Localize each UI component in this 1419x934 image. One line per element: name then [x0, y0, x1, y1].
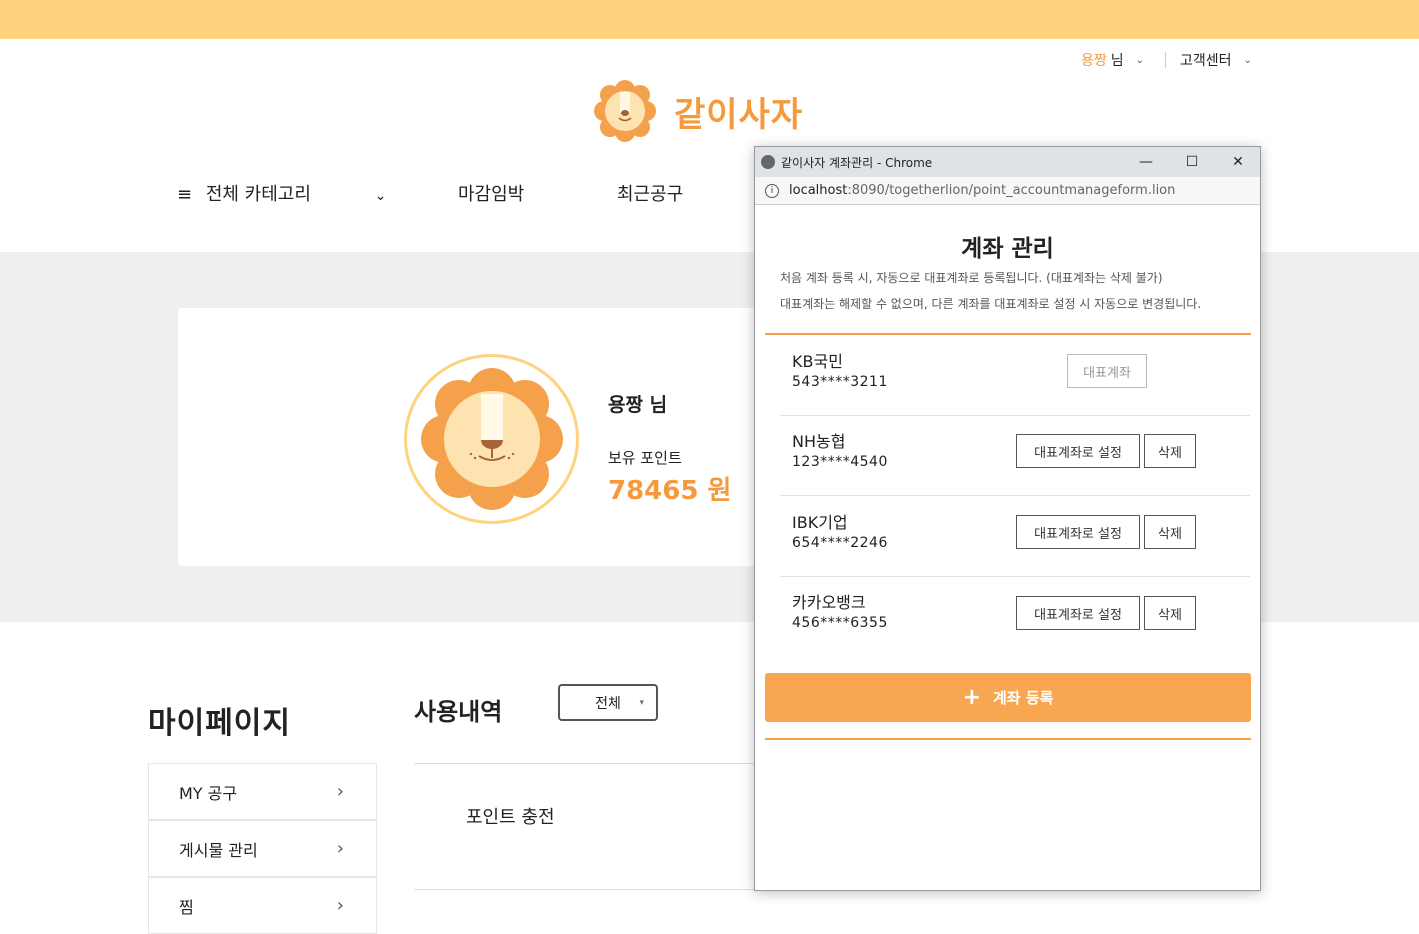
- nav-recent-group[interactable]: 최근공구: [617, 180, 683, 206]
- chevron-down-icon: ⌄: [1135, 54, 1145, 66]
- user-name: 용짱: [1081, 53, 1107, 69]
- divider: [765, 738, 1251, 740]
- chevron-down-icon: ⌄: [1243, 54, 1252, 66]
- url-path: :8090/togetherlion/point_accountmanagefo…: [847, 183, 1176, 198]
- popup-window-title: 같이사자 계좌관리 - Chrome: [781, 155, 933, 170]
- account-row: IBK기업 654****2246 대표계좌로 설정 삭제: [780, 497, 1250, 577]
- points-value: 78465 원: [608, 476, 732, 506]
- popup-titlebar[interactable]: 같이사자 계좌관리 - Chrome — ☐ ✕: [755, 147, 1260, 177]
- lion-logo-icon: [594, 80, 656, 142]
- bank-name: KB국민: [792, 352, 843, 371]
- sidebar-item-label: MY 공구: [179, 783, 238, 803]
- points-label: 보유 포인트: [608, 449, 682, 467]
- divider: [414, 763, 754, 764]
- set-primary-button[interactable]: 대표계좌로 설정: [1016, 515, 1140, 549]
- set-primary-button[interactable]: 대표계좌로 설정: [1016, 596, 1140, 630]
- top-banner: [0, 0, 1419, 39]
- bank-name: NH농협: [792, 432, 846, 451]
- account-row: NH농협 123****4540 대표계좌로 설정 삭제: [780, 416, 1250, 496]
- account-number: 543****3211: [792, 374, 888, 390]
- set-primary-button[interactable]: 대표계좌로 설정: [1016, 434, 1140, 468]
- customer-center-label: 고객센터: [1180, 53, 1232, 69]
- site-logo[interactable]: 같이사자: [592, 78, 803, 144]
- url-host: localhost: [789, 183, 848, 198]
- usage-row-label: 포인트 충전: [466, 807, 555, 828]
- popup-title: 계좌 관리: [961, 236, 1054, 262]
- chevron-right-icon: ›: [336, 838, 344, 859]
- account-number: 654****2246: [792, 535, 888, 551]
- lion-avatar-icon: [420, 368, 563, 510]
- user-menu[interactable]: 용짱 님 ⌄: [1081, 50, 1144, 70]
- chevron-down-icon: ▾: [639, 697, 644, 708]
- nav-all-categories[interactable]: ≡ 전체 카테고리 ⌄: [177, 180, 386, 206]
- sidebar-item-wishlist[interactable]: 찜 ›: [148, 877, 377, 934]
- account-manage-popup: 같이사자 계좌관리 - Chrome — ☐ ✕ i localhost:809…: [754, 146, 1261, 891]
- popup-desc-1: 처음 계좌 등록 시, 자동으로 대표계좌로 등록됩니다. (대표계좌는 삭제 …: [780, 271, 1163, 285]
- avatar: [404, 354, 579, 524]
- delete-button[interactable]: 삭제: [1144, 515, 1196, 549]
- usage-filter-select[interactable]: 전체 ▾: [558, 684, 658, 721]
- plus-icon: +: [962, 685, 981, 710]
- logo-text: 같이사자: [674, 94, 804, 135]
- account-row: KB국민 543****3211 대표계좌: [780, 336, 1250, 416]
- bank-name: IBK기업: [792, 513, 848, 532]
- globe-icon: [761, 155, 775, 169]
- delete-button[interactable]: 삭제: [1144, 596, 1196, 630]
- register-account-button[interactable]: + 계좌 등록: [765, 673, 1251, 722]
- menu-icon: ≡: [177, 184, 193, 205]
- customer-center-menu[interactable]: 고객센터 ⌄: [1180, 50, 1252, 70]
- register-account-label: 계좌 등록: [993, 689, 1054, 707]
- popup-desc-2: 대표계좌는 해제할 수 없으며, 다른 계좌를 대표계좌로 설정 시 자동으로 …: [780, 297, 1202, 311]
- sidebar-item-label: 찜: [179, 897, 194, 917]
- chevron-down-icon: ⌄: [374, 188, 387, 204]
- address-bar[interactable]: i localhost:8090/togetherlion/point_acco…: [755, 177, 1260, 205]
- minimize-icon[interactable]: —: [1123, 147, 1169, 177]
- usage-filter-value: 전체: [595, 695, 621, 712]
- sidebar-item-posts[interactable]: 게시물 관리 ›: [148, 820, 377, 877]
- nav-closing-soon[interactable]: 마감임박: [458, 180, 524, 206]
- divider: [765, 333, 1251, 335]
- profile-name: 용짱 님: [608, 394, 668, 416]
- nav-all-categories-label: 전체 카테고리: [205, 184, 311, 205]
- sidebar-item-label: 게시물 관리: [179, 840, 258, 860]
- account-number: 456****6355: [792, 615, 888, 631]
- account-row: 카카오뱅크 456****6355 대표계좌로 설정 삭제: [780, 577, 1250, 657]
- divider: [414, 889, 754, 890]
- sidebar-item-my-group[interactable]: MY 공구 ›: [148, 763, 377, 820]
- chevron-right-icon: ›: [336, 895, 344, 916]
- account-number: 123****4540: [792, 454, 888, 470]
- info-icon[interactable]: i: [765, 183, 779, 198]
- chevron-right-icon: ›: [336, 781, 344, 802]
- usage-title: 사용내역: [414, 698, 503, 726]
- divider: [1165, 52, 1166, 68]
- bank-name: 카카오뱅크: [792, 593, 866, 612]
- maximize-icon[interactable]: ☐: [1169, 147, 1215, 177]
- delete-button[interactable]: 삭제: [1144, 434, 1196, 468]
- user-suffix: 님: [1110, 53, 1124, 69]
- mypage-title: 마이페이지: [148, 706, 291, 741]
- close-icon[interactable]: ✕: [1215, 147, 1261, 177]
- primary-account-badge: 대표계좌: [1067, 354, 1147, 388]
